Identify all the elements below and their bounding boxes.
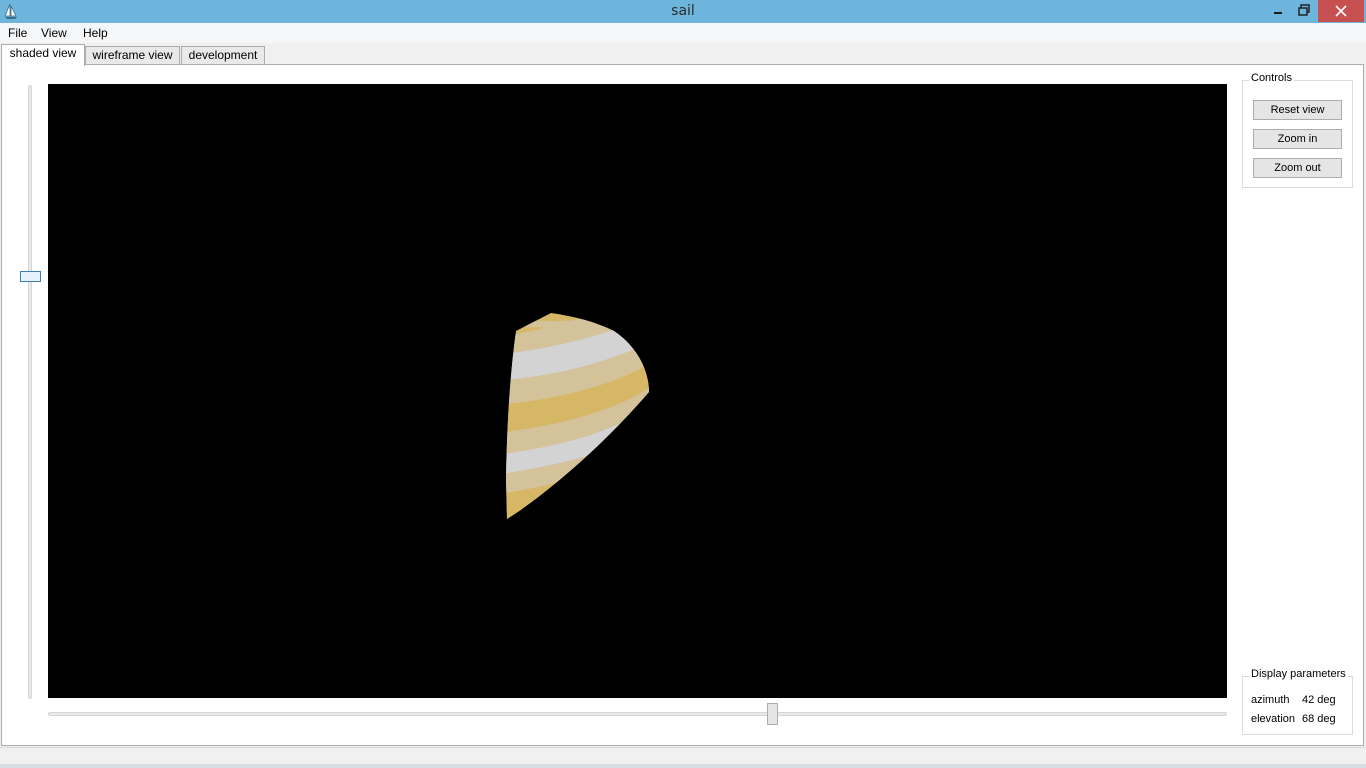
display-parameters-title: Display parameters [1249,668,1348,680]
minimize-icon [1274,12,1282,14]
close-icon [1335,5,1347,17]
restore-button[interactable] [1292,0,1316,22]
menu-bar: File View Help [0,23,1366,43]
tab-bar: shaded view wireframe view development [0,43,1366,66]
tab-wireframe-view[interactable]: wireframe view [85,46,180,65]
tab-development[interactable]: development [181,46,265,65]
taskbar-edge [0,764,1366,768]
elevation-label: elevation [1251,713,1296,725]
azimuth-slider-thumb[interactable] [767,703,778,725]
display-parameters-group: Display parameters azimuth 42 deg elevat… [1242,668,1353,735]
reset-view-button[interactable]: Reset view [1253,100,1342,120]
elevation-slider-track[interactable] [28,85,32,699]
azimuth-slider-track[interactable] [48,712,1227,716]
minimize-button[interactable] [1266,0,1290,22]
title-bar: sail [0,0,1366,23]
sail-render [506,313,649,519]
zoom-out-button[interactable]: Zoom out [1253,158,1342,178]
close-button[interactable] [1318,0,1364,22]
elevation-slider-thumb[interactable] [20,271,41,282]
shaded-3d-viewport[interactable] [48,84,1227,698]
tab-shaded-view[interactable]: shaded view [1,44,85,66]
menu-help[interactable]: Help [83,26,108,40]
zoom-in-button[interactable]: Zoom in [1253,129,1342,149]
azimuth-label: azimuth [1251,694,1290,706]
elevation-value: 68 deg [1302,713,1336,725]
controls-group: Controls Reset view Zoom in Zoom out [1242,72,1353,188]
menu-view[interactable]: View [41,26,67,40]
menu-file[interactable]: File [8,26,27,40]
azimuth-value: 42 deg [1302,694,1336,706]
controls-title: Controls [1249,72,1294,84]
window-title: sail [671,3,695,19]
restore-icon [1298,4,1310,16]
